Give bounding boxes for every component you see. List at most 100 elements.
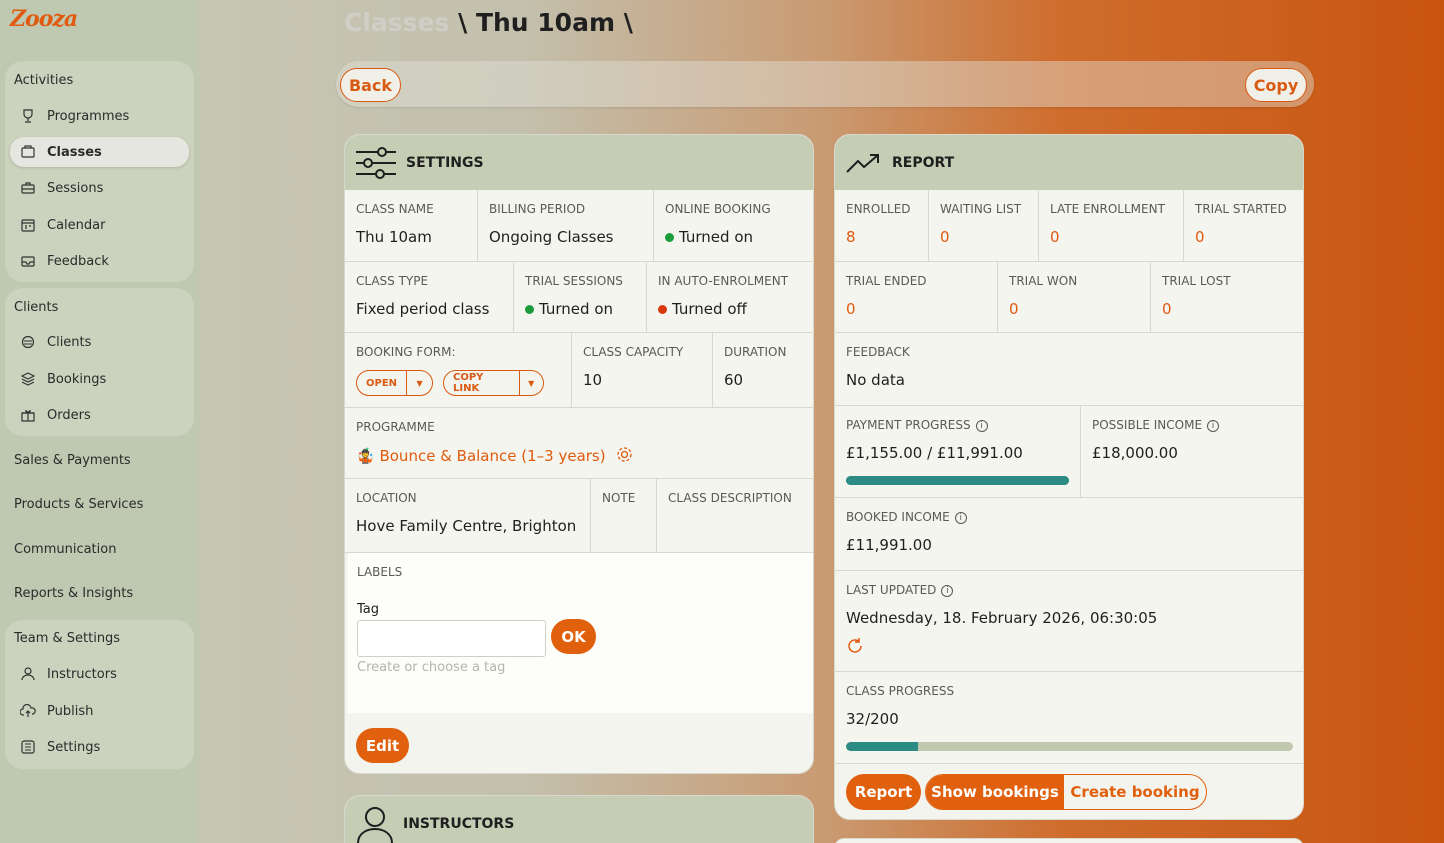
next-card	[834, 838, 1304, 843]
report-button[interactable]: Report	[846, 774, 921, 810]
booked-income-cell: BOOKED INCOME i £11,991.00	[835, 498, 1303, 571]
payment-progress-fill	[846, 476, 1069, 485]
online-booking-cell: ONLINE BOOKING Turned on	[654, 190, 813, 262]
trial-started-value[interactable]: 0	[1195, 228, 1205, 246]
open-form-button[interactable]: OPEN	[357, 378, 406, 389]
class-capacity-value: 10	[583, 371, 603, 389]
bookings-button-group: Show bookings Create booking	[925, 774, 1207, 810]
class-capacity-cell: CLASS CAPACITY 10	[572, 333, 713, 408]
enrolled-value[interactable]: 8	[846, 228, 856, 246]
create-booking-button[interactable]: Create booking	[1064, 775, 1206, 809]
trial-ended-value[interactable]: 0	[846, 300, 856, 318]
refresh-icon[interactable]	[846, 637, 864, 655]
info-icon[interactable]: i	[954, 512, 967, 524]
chevron-down-icon[interactable]: ▼	[518, 371, 544, 395]
late-enrollment-value[interactable]: 0	[1050, 228, 1060, 246]
show-bookings-button[interactable]: Show bookings	[926, 775, 1064, 809]
billing-period-value: Ongoing Classes	[489, 228, 614, 246]
class-type-value: Fixed period class	[356, 300, 490, 318]
duration-label: DURATION	[724, 345, 787, 359]
payment-progress-cell: PAYMENT PROGRESS i £1,155.00 / £11,991.00	[835, 406, 1081, 498]
trial-won-value[interactable]: 0	[1009, 300, 1019, 318]
settings-header: SETTINGS	[345, 135, 813, 190]
trial-won-cell: TRIAL WON 0	[998, 262, 1151, 333]
tag-label: Tag	[357, 602, 380, 617]
instructors-card: INSTRUCTORS	[344, 795, 814, 843]
possible-income-label: POSSIBLE INCOME i	[1092, 418, 1220, 432]
online-booking-label: ONLINE BOOKING	[665, 202, 771, 216]
back-button[interactable]: Back	[340, 68, 401, 102]
trial-lost-label: TRIAL LOST	[1162, 274, 1231, 288]
auto-enrolment-label: IN AUTO-ENROLMENT	[658, 274, 789, 288]
copy-link-button[interactable]: COPY LINK	[444, 372, 519, 394]
trial-ended-label: TRIAL ENDED	[846, 274, 927, 288]
note-label: NOTE	[602, 491, 636, 505]
programme-cell: PROGRAMME 🤹 Bounce & Balance (1–3 years)	[345, 408, 813, 479]
payment-progress-bar	[846, 476, 1069, 485]
toolbar	[336, 61, 1314, 107]
tag-ok-button[interactable]: OK	[551, 619, 596, 654]
copy-link-split-button: COPY LINK ▼	[443, 370, 544, 396]
trial-started-cell: TRIAL STARTED 0	[1184, 190, 1303, 262]
possible-income-cell: POSSIBLE INCOME i £18,000.00	[1081, 406, 1303, 498]
online-booking-value: Turned on	[679, 228, 754, 246]
info-icon[interactable]: i	[941, 585, 954, 597]
status-dot-on	[525, 305, 534, 314]
waiting-list-value[interactable]: 0	[940, 228, 950, 246]
late-enrollment-label: LATE ENROLLMENT	[1050, 202, 1165, 216]
payment-progress-value: £1,155.00 / £11,991.00	[846, 444, 1023, 462]
class-progress-bar	[846, 742, 1293, 751]
possible-income-label-text: POSSIBLE INCOME	[1092, 418, 1203, 432]
copy-button[interactable]: Copy	[1245, 68, 1307, 102]
booked-income-label-text: BOOKED INCOME	[846, 510, 950, 524]
trending-up-icon	[846, 153, 880, 173]
sliders-icon	[356, 146, 396, 180]
billing-period-label: BILLING PERIOD	[489, 202, 586, 216]
trial-started-label: TRIAL STARTED	[1195, 202, 1287, 216]
instructors-title: INSTRUCTORS	[403, 815, 515, 832]
breadcrumb-parent[interactable]: Classes	[344, 8, 449, 37]
info-icon[interactable]: i	[1207, 420, 1220, 432]
note-cell: NOTE	[591, 479, 657, 553]
labels-panel: LABELS Tag OK Create or choose a tag	[348, 553, 813, 713]
booking-form-cell: BOOKING FORM: OPEN ▼ COPY LINK ▼	[345, 333, 572, 408]
class-progress-label: CLASS PROGRESS	[846, 684, 955, 698]
settings-card: SETTINGS CLASS NAME Thu 10am BILLING PER…	[344, 134, 814, 774]
chevron-down-icon[interactable]: ▼	[406, 371, 432, 395]
class-progress-value: 32/200	[846, 710, 899, 728]
class-name-cell: CLASS NAME Thu 10am	[345, 190, 478, 262]
auto-enrolment-cell: IN AUTO-ENROLMENT Turned off	[647, 262, 813, 333]
trial-won-label: TRIAL WON	[1009, 274, 1078, 288]
payment-progress-label-text: PAYMENT PROGRESS	[846, 418, 971, 432]
location-cell: LOCATION Hove Family Centre, Brighton	[345, 479, 591, 553]
instructors-header: INSTRUCTORS	[345, 796, 813, 843]
billing-period-cell: BILLING PERIOD Ongoing Classes	[478, 190, 654, 262]
programme-link[interactable]: Bounce & Balance (1–3 years)	[379, 447, 605, 465]
enrolled-cell: ENROLLED 8	[835, 190, 929, 262]
feedback-value: No data	[846, 371, 905, 389]
possible-income-value: £18,000.00	[1092, 444, 1178, 462]
breadcrumb-current: Thu 10am	[475, 8, 615, 37]
booked-income-value: £11,991.00	[846, 536, 932, 554]
duration-value: 60	[724, 371, 744, 389]
trial-sessions-cell: TRIAL SESSIONS Turned on	[514, 262, 647, 333]
duration-cell: DURATION 60	[713, 333, 813, 408]
enrolled-label: ENROLLED	[846, 202, 911, 216]
booked-income-label: BOOKED INCOME i	[846, 510, 967, 524]
trial-lost-value[interactable]: 0	[1162, 300, 1172, 318]
info-icon[interactable]: i	[975, 420, 988, 432]
class-progress-fill	[846, 742, 918, 751]
class-progress-cell: CLASS PROGRESS 32/200	[835, 672, 1303, 764]
tag-hint: Create or choose a tag	[357, 660, 506, 675]
main-content: Classes \ Thu 10am \ Back Copy SETTINGS …	[0, 0, 1444, 843]
edit-button[interactable]: Edit	[356, 728, 409, 763]
open-form-split-button: OPEN ▼	[356, 370, 433, 396]
online-booking-status: Turned on	[665, 228, 753, 246]
status-dot-on	[665, 233, 674, 242]
breadcrumb-separator: \	[615, 8, 633, 37]
gear-icon[interactable]	[616, 446, 633, 467]
settings-title: SETTINGS	[406, 154, 484, 171]
feedback-label: FEEDBACK	[846, 345, 910, 359]
feedback-cell: FEEDBACK No data	[835, 333, 1303, 406]
tag-input[interactable]	[357, 620, 546, 657]
